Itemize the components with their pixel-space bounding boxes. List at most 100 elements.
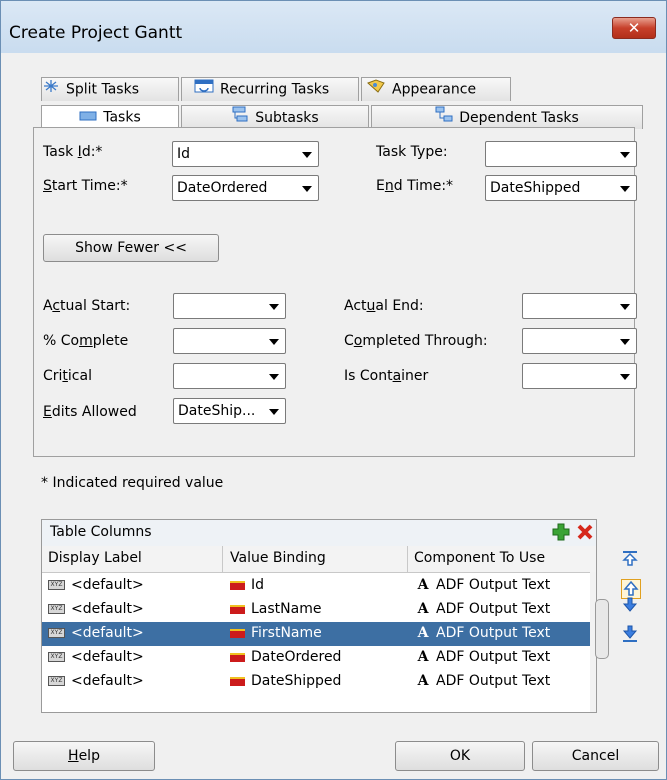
table-row[interactable]: XYZ <default> DateOrdered A ADF Output Tex…	[42, 646, 590, 670]
column-header-component[interactable]: Component To Use	[414, 550, 545, 566]
text-label-icon: XYZ	[48, 604, 65, 614]
component-cell: ADF Output Text	[436, 649, 551, 665]
end-time-select[interactable]: DateShipped	[485, 175, 637, 201]
table-row[interactable]: XYZ <default> DateShipped A ADF Output Tex…	[42, 670, 590, 694]
table-title: Table Columns	[50, 524, 152, 540]
component-cell: ADF Output Text	[436, 601, 551, 617]
completed-through-label: Completed Through:	[344, 333, 488, 349]
is-container-label: Is Container	[344, 368, 429, 384]
binding-icon	[230, 676, 245, 686]
task-type-select[interactable]	[485, 141, 637, 167]
task-type-label: Task Type:	[376, 144, 448, 160]
title-bar: Create Project Gantt ✕	[1, 1, 666, 53]
chevron-down-icon	[620, 186, 630, 192]
help-button[interactable]: Help	[13, 741, 155, 771]
table-title-bar: Table Columns	[42, 520, 596, 547]
task-bar-icon	[79, 106, 97, 129]
chevron-down-icon	[620, 339, 630, 345]
tab-dependent-tasks[interactable]: Dependent Tasks	[371, 105, 643, 129]
binding-icon	[230, 628, 245, 638]
dialog-window: Create Project Gantt ✕ Split Tasks Recur…	[0, 0, 667, 780]
dialog-title: Create Project Gantt	[9, 23, 183, 43]
start-time-label: Start Time:*	[43, 178, 128, 194]
table-row[interactable]: XYZ <default> Id A ADF Output Text	[42, 574, 590, 598]
tab-label: Split Tasks	[66, 81, 140, 98]
tab-split-tasks[interactable]: Split Tasks	[41, 77, 179, 101]
chevron-down-icon	[620, 152, 630, 158]
tab-recurring-tasks[interactable]: Recurring Tasks	[181, 77, 359, 101]
output-text-icon: A	[417, 577, 429, 593]
tab-label: Appearance	[392, 81, 477, 98]
output-text-icon: A	[417, 673, 429, 689]
binding-icon	[230, 652, 245, 662]
tab-label: Tasks	[103, 109, 141, 126]
binding-icon	[230, 604, 245, 614]
palette-icon	[366, 78, 386, 101]
percent-complete-label: % Complete	[43, 333, 129, 349]
component-cell: ADF Output Text	[436, 625, 551, 641]
component-cell: ADF Output Text	[436, 673, 551, 689]
display-label-cell: <default>	[71, 625, 144, 641]
column-header-value-binding[interactable]: Value Binding	[230, 550, 326, 566]
chevron-down-icon	[302, 152, 312, 158]
tab-subtasks[interactable]: Subtasks	[181, 105, 369, 129]
chevron-down-icon	[269, 374, 279, 380]
cancel-button[interactable]: Cancel	[532, 741, 659, 771]
chevron-down-icon	[620, 304, 630, 310]
value-binding-cell: Id	[251, 577, 265, 593]
display-label-cell: <default>	[71, 577, 144, 593]
add-icon[interactable]	[552, 523, 570, 541]
task-id-label: Task Id:*	[43, 144, 103, 160]
actual-end-select[interactable]	[522, 293, 637, 319]
chevron-down-icon	[269, 339, 279, 345]
chevron-down-icon	[269, 409, 279, 415]
edits-allowed-label: Edits Allowed	[43, 404, 137, 420]
critical-label: Critical	[43, 368, 92, 384]
scrollbar-thumb[interactable]	[595, 599, 609, 659]
chevron-down-icon	[269, 304, 279, 310]
percent-complete-select[interactable]	[173, 328, 286, 354]
column-header-display-label[interactable]: Display Label	[48, 550, 142, 566]
tab-appearance[interactable]: Appearance	[361, 77, 511, 101]
value-binding-cell: FirstName	[251, 625, 322, 641]
chevron-down-icon	[620, 374, 630, 380]
tab-label: Subtasks	[255, 110, 319, 126]
close-icon: ✕	[627, 19, 641, 37]
tab-label: Dependent Tasks	[459, 110, 579, 126]
chevron-down-icon	[302, 186, 312, 192]
move-bottom-button[interactable]	[621, 625, 639, 643]
value-binding-cell: DateShipped	[251, 673, 342, 689]
recurring-icon	[194, 78, 214, 101]
column-divider	[407, 546, 408, 572]
actual-start-select[interactable]	[173, 293, 286, 319]
is-container-select[interactable]	[522, 363, 637, 389]
text-label-icon: XYZ	[48, 652, 65, 662]
ok-button[interactable]: OK	[395, 741, 525, 771]
output-text-icon: A	[417, 625, 429, 641]
table-columns: Table Columns Display Label Value Bindin…	[41, 519, 597, 713]
actual-end-label: Actual End:	[344, 298, 424, 314]
table-header-row: Display Label Value Binding Component To…	[42, 546, 596, 573]
end-time-label: End Time:*	[376, 178, 454, 194]
output-text-icon: A	[417, 601, 429, 617]
component-cell: ADF Output Text	[436, 577, 551, 593]
delete-icon[interactable]	[576, 523, 594, 541]
move-top-button[interactable]	[621, 549, 639, 567]
start-time-select[interactable]: DateOrdered	[172, 175, 319, 201]
display-label-cell: <default>	[71, 649, 144, 665]
table-row-selected[interactable]: XYZ <default> FirstName A ADF Output Text	[42, 622, 590, 646]
value-binding-cell: DateOrdered	[251, 649, 342, 665]
move-down-button[interactable]	[621, 595, 639, 613]
binding-icon	[230, 580, 245, 590]
tab-tasks[interactable]: Tasks	[41, 105, 179, 129]
column-divider	[222, 546, 223, 572]
text-label-icon: XYZ	[48, 676, 65, 686]
split-icon	[42, 78, 60, 101]
completed-through-select[interactable]	[522, 328, 637, 354]
critical-select[interactable]	[173, 363, 286, 389]
table-row[interactable]: XYZ <default> LastName A ADF Output Text	[42, 598, 590, 622]
edits-allowed-select[interactable]: DateShip...	[173, 398, 286, 424]
close-button[interactable]: ✕	[612, 17, 656, 39]
task-id-select[interactable]: Id	[172, 141, 319, 167]
show-fewer-button[interactable]: Show Fewer <<	[43, 234, 219, 262]
